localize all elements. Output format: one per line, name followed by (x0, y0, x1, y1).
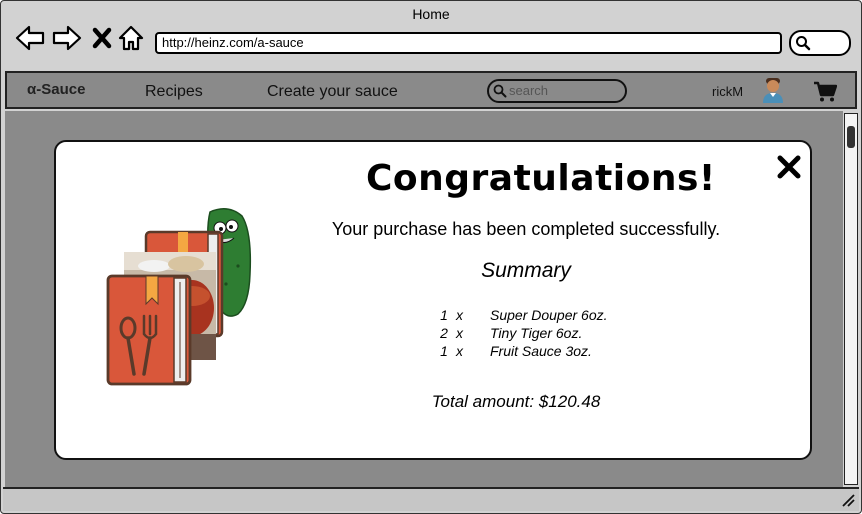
order-items-list: 1 x Super Douper 6oz. 2 x Tiny Tiger 6oz. 1x… (436, 306, 608, 360)
summary-heading: Summary (481, 259, 571, 282)
resize-grip-icon[interactable] (841, 493, 855, 507)
browser-window: Home http://heinz.com/a-sauce α-Sauce Re… (0, 0, 862, 514)
stop-x-icon[interactable] (90, 23, 120, 53)
brand-logo[interactable]: α-Sauce (27, 81, 85, 98)
search-icon (493, 84, 507, 98)
nav-recipes[interactable]: Recipes (145, 83, 203, 101)
dialog-title: Congratulations! (366, 158, 716, 199)
item-name: Tiny Tiger 6oz. (490, 325, 583, 341)
browser-search-button[interactable] (789, 30, 851, 56)
success-message: Your purchase has been completed success… (331, 219, 721, 239)
list-item: 1 x Super Douper 6oz. (436, 306, 608, 324)
item-name: Fruit Sauce 3oz. (490, 343, 592, 359)
item-times: x (456, 325, 463, 341)
total-amount: Total amount: $120.48 (431, 392, 601, 411)
item-quantity: 2 (440, 325, 448, 341)
item-quantity: 1 (440, 307, 448, 323)
url-input[interactable]: http://heinz.com/a-sauce (155, 32, 782, 54)
username-label[interactable]: rickM (712, 84, 743, 99)
purchase-success-dialog: Congratulations! Your purchase has been … (54, 140, 812, 460)
close-icon[interactable] (776, 154, 802, 185)
status-bar (3, 487, 859, 511)
list-item: 2 x Tiny Tiger 6oz. (436, 324, 608, 342)
list-item: 1 x Fruit Sauce 3oz. (436, 342, 608, 360)
magnifier-icon (796, 36, 811, 51)
search-placeholder: search (509, 83, 549, 98)
browser-title: Home (412, 6, 450, 22)
forward-arrow-icon[interactable] (52, 23, 82, 53)
scrollbar-thumb[interactable] (847, 126, 855, 148)
home-icon[interactable] (117, 23, 147, 53)
front-book-icon (106, 274, 192, 386)
vertical-scrollbar[interactable] (844, 113, 858, 485)
item-quantity: 1 (440, 343, 448, 359)
back-arrow-icon[interactable] (15, 23, 45, 53)
item-times: x (456, 307, 463, 323)
item-times: x (456, 343, 463, 359)
nav-create-your-sauce[interactable]: Create your sauce (267, 83, 398, 101)
avatar[interactable] (762, 77, 784, 108)
app-search-input[interactable]: search (487, 79, 627, 103)
app-navbar: α-Sauce Recipes Create your sauce search… (5, 71, 857, 109)
recipe-books-illustration (104, 204, 264, 399)
cart-icon[interactable] (813, 81, 838, 108)
item-name: Super Douper 6oz. (490, 307, 608, 323)
